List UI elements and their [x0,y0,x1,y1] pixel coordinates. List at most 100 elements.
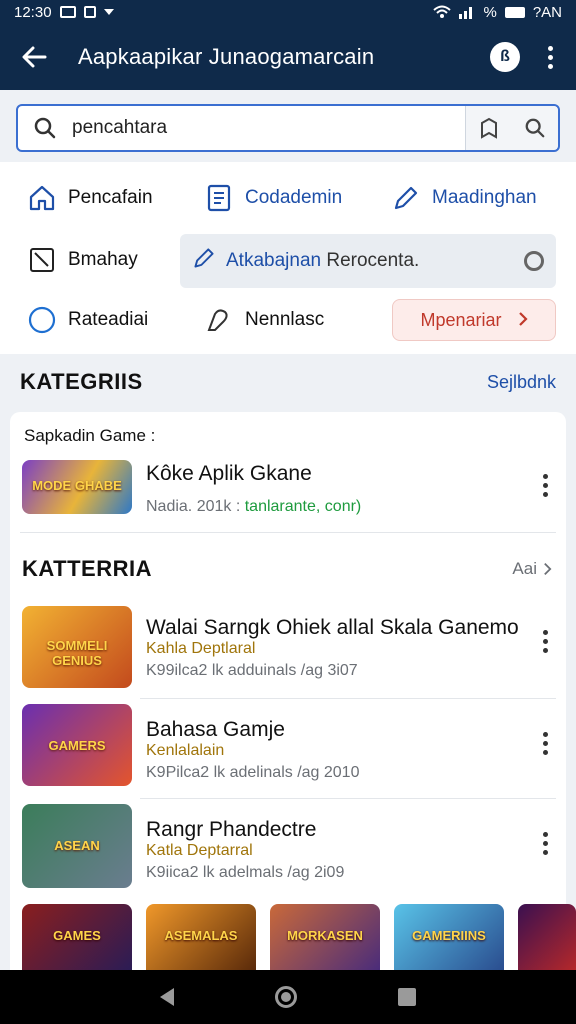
photo-icon [59,6,76,18]
carousel-game-thumbnail[interactable]: GAMERIINS [394,904,504,970]
see-more-link[interactable]: Sejlbdnk [487,372,556,393]
game-title: Walai Sarngk Ohiek allal Skala Ganemo [146,616,519,639]
game-meta: K9Pilca2 lk adelinals /ag 2010 [146,764,360,781]
thumbnail-label: ASEMALAS [164,928,238,943]
game-list-item[interactable]: ASEAN Rangr Phandectre Katla Deptarral K… [10,804,566,896]
game-thumbnail: MODE GHABE [22,460,132,514]
back-button[interactable] [16,39,52,75]
more-options-button[interactable] [540,732,550,755]
search-input[interactable] [72,117,465,139]
home-icon [28,184,56,212]
more-options-button[interactable] [540,45,560,69]
recent-search-text: Atkabajnan Rerocenta. [226,250,420,271]
search-actions [465,106,558,150]
carousel-game-thumbnail[interactable]: GAMES [22,904,132,970]
recent-search-chip[interactable]: Atkabajnan Rerocenta. [180,234,556,288]
game-title: Rangr Phandectre [146,818,317,841]
quick-item-label: Bmahay [68,249,138,270]
game-thumbnail: GAMERS [22,704,132,786]
game-meta: Nadia. 201k : tanlarante, conr) [146,498,362,515]
loading-ring-icon [524,251,544,271]
quick-item-rateadiai[interactable]: Rateadiai [28,306,148,334]
thumbnail-label: MORKASEN [287,928,363,943]
account-badge[interactable]: ß [490,42,520,72]
app-bar: Aapkaapikar Junaogamarcain ß [0,24,576,90]
mpenariar-button[interactable]: Mpenariar [392,299,556,341]
chevron-right-icon [544,562,552,576]
search-icon [18,116,72,140]
arrow-left-icon [22,46,47,68]
wifi-icon [433,5,452,18]
quick-item-pencafain[interactable]: Pencafain [28,184,153,212]
divider [140,698,556,699]
card-subtitle: Sapkadin Game : [24,426,156,445]
nav-recents-button[interactable] [397,988,416,1006]
more-vert-icon [542,832,548,837]
battery-icon [504,6,525,18]
more-options-button[interactable] [540,832,550,855]
thumbnail-label: GAMES [53,928,101,943]
quick-item-nennlasc[interactable]: Nennlasc [205,306,324,334]
quick-item-codademin[interactable]: Codademin [205,184,342,212]
quick-item-label: Rateadiai [68,309,149,330]
more-vert-icon [542,630,548,635]
game-list-item[interactable]: SOMMELI GENIUS Walai Sarngk Ohiek allal … [10,604,566,696]
page-title: Aapkaapikar Junaogamarcain [78,44,375,69]
status-label: ?AN [532,3,562,21]
more-vert-icon [547,45,553,51]
more-vert-icon [542,474,548,479]
thumbnail-label: MODE GHABE [32,478,122,493]
carousel-game-thumbnail[interactable]: MORKASEN [270,904,380,970]
game-developer: Kenlalalain [146,742,225,759]
quick-item-bmahay[interactable]: Bmahay [28,246,138,274]
section-title: KATEGRIIS [20,369,143,394]
search-section [0,90,576,162]
game-list-item[interactable]: GAMERS Bahasa Gamje Kenlalalain K9Pilca2… [10,704,566,796]
quick-actions: Pencafain Codademin Maadinghan Bmahay At… [0,162,576,354]
battery-percent: % [483,3,497,21]
more-vert-icon [542,732,548,737]
game-developer: Katla Deptarral [146,842,253,859]
carousel-game-thumbnail[interactable]: ASEMALAS [146,904,256,970]
quick-item-label: Codademin [245,187,343,208]
search-box [16,104,560,152]
carousel-game-thumbnail[interactable] [518,904,576,970]
more-options-button[interactable] [540,630,550,653]
mpenariar-button-label: Mpenariar [420,309,502,330]
game-title: Kôke Aplik Gkane [146,462,312,485]
see-all-link[interactable]: Aai [512,559,552,579]
circle-icon [28,306,56,334]
thumbnail-label: ASEAN [54,838,100,853]
eraser-icon [205,306,233,334]
thumbnail-label: GAMERIINS [412,928,486,943]
nav-back-button[interactable] [160,988,175,1006]
divider [140,798,556,799]
game-meta: K9iica2 lk adelmals /ag 2i09 [146,864,345,881]
status-bar: 12:30 % ?AN [0,0,576,24]
thumbnail-label: GAMERS [48,738,106,753]
games-card: Sapkadin Game : MODE GHABE Kôke Aplik Gk… [10,412,566,982]
search-submit-button[interactable] [512,106,558,150]
game-thumbnail: SOMMELI GENIUS [22,606,132,688]
chevron-right-icon [518,310,528,331]
pencil-icon [192,246,216,276]
game-developer: Kahla Deptlaral [146,640,256,657]
bookmark-icon [481,117,497,139]
edit-box-icon [28,246,56,274]
system-nav-bar [0,970,576,1024]
nav-home-button[interactable] [274,986,297,1008]
quick-item-maadinghan[interactable]: Maadinghan [392,184,537,212]
signal-icon [459,7,473,19]
more-options-button[interactable] [540,474,550,497]
game-meta: K99ilca2 lk adduinals /ag 3i07 [146,662,358,679]
game-title: Bahasa Gamje [146,718,285,741]
categories-header: KATEGRIIS Sejlbdnk [0,354,576,410]
notification-dropdown-icon [103,9,114,15]
featured-game-row[interactable]: MODE GHABE Kôke Aplik Gkane Nadia. 201k … [10,456,566,532]
game-thumbnail: ASEAN [22,804,132,888]
thumbnail-label: SOMMELI GENIUS [46,638,108,668]
sim-card-icon [83,6,96,18]
quick-item-label: Pencafain [68,187,153,208]
category-heading: KATTERRIA [22,556,152,581]
bookmark-button[interactable] [466,106,512,150]
